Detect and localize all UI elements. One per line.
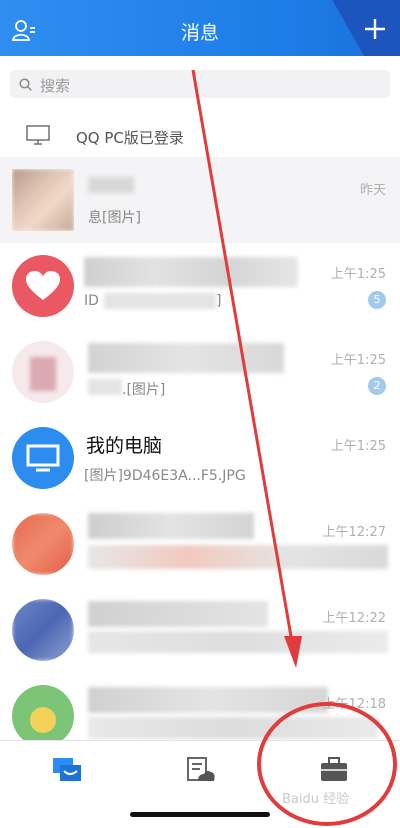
conversation-item-my-computer[interactable]: 我的电脑 [图片]9D46E3A...F5.JPG 上午1:25 — [0, 415, 400, 501]
blurred-name — [84, 257, 298, 287]
blurred-message — [88, 631, 388, 653]
unread-badge: 2 — [368, 377, 386, 395]
avatar — [12, 169, 74, 231]
conversation-item[interactable]: 息[图片] 昨天 — [0, 157, 400, 243]
avatar — [12, 685, 74, 747]
home-indicator — [130, 812, 270, 817]
conversation-item[interactable]: ID ] 上午1:25 5 — [0, 243, 400, 329]
conversation-time: 昨天 — [359, 183, 386, 198]
conversation-message: .[图片] — [122, 382, 166, 398]
monitor-icon — [26, 444, 60, 472]
conversation-item[interactable]: .[图片] 上午1:25 2 — [0, 329, 400, 415]
conversation-time: 上午12:27 — [322, 525, 386, 540]
pc-login-row[interactable]: QQ PC版已登录 — [0, 112, 400, 156]
pc-login-label: QQ PC版已登录 — [76, 129, 184, 147]
watermark: Baidu 经验 — [282, 792, 350, 807]
monitor-icon — [26, 125, 50, 145]
blurred-message — [88, 717, 378, 739]
contacts-cloud-icon[interactable] — [186, 757, 216, 783]
blurred-name — [88, 343, 284, 373]
search-icon — [19, 78, 32, 91]
blurred-name — [88, 177, 134, 193]
plus-icon[interactable] — [364, 18, 386, 40]
conversation-item[interactable]: 上午12:27 — [0, 501, 400, 587]
avatar — [12, 599, 74, 661]
conversation-item[interactable]: 上午12:22 — [0, 587, 400, 673]
briefcase-icon[interactable] — [320, 757, 348, 783]
avatar — [12, 513, 74, 575]
conversation-time: 上午12:22 — [322, 611, 386, 626]
blurred-message — [88, 545, 388, 569]
messages-icon[interactable] — [52, 757, 82, 783]
page-title: 消息 — [180, 22, 219, 44]
unread-badge: 5 — [368, 291, 386, 309]
conversation-message-tail: ] — [216, 293, 222, 309]
conversation-message: ID — [84, 293, 99, 309]
blurred-name — [88, 687, 328, 713]
conversation-message: [图片]9D46E3A...F5.JPG — [84, 468, 246, 484]
header-bar: 消息 — [0, 0, 400, 56]
conversation-time: 上午1:25 — [330, 267, 386, 282]
blurred-message — [104, 293, 216, 309]
search-input[interactable]: 搜索 — [10, 70, 390, 98]
blurred-name — [88, 513, 254, 539]
conversation-time: 上午12:18 — [322, 697, 386, 712]
search-placeholder: 搜索 — [40, 77, 71, 95]
conversation-time: 上午1:25 — [330, 353, 386, 368]
avatar — [12, 341, 74, 403]
avatar — [12, 255, 74, 317]
conversation-message: 息[图片] — [88, 210, 141, 226]
blurred-message — [88, 379, 122, 395]
heart-icon — [26, 271, 60, 300]
conversation-name: 我的电脑 — [86, 435, 163, 457]
blurred-name — [88, 601, 268, 627]
avatar — [12, 427, 74, 489]
conversation-time: 上午1:25 — [330, 439, 386, 454]
